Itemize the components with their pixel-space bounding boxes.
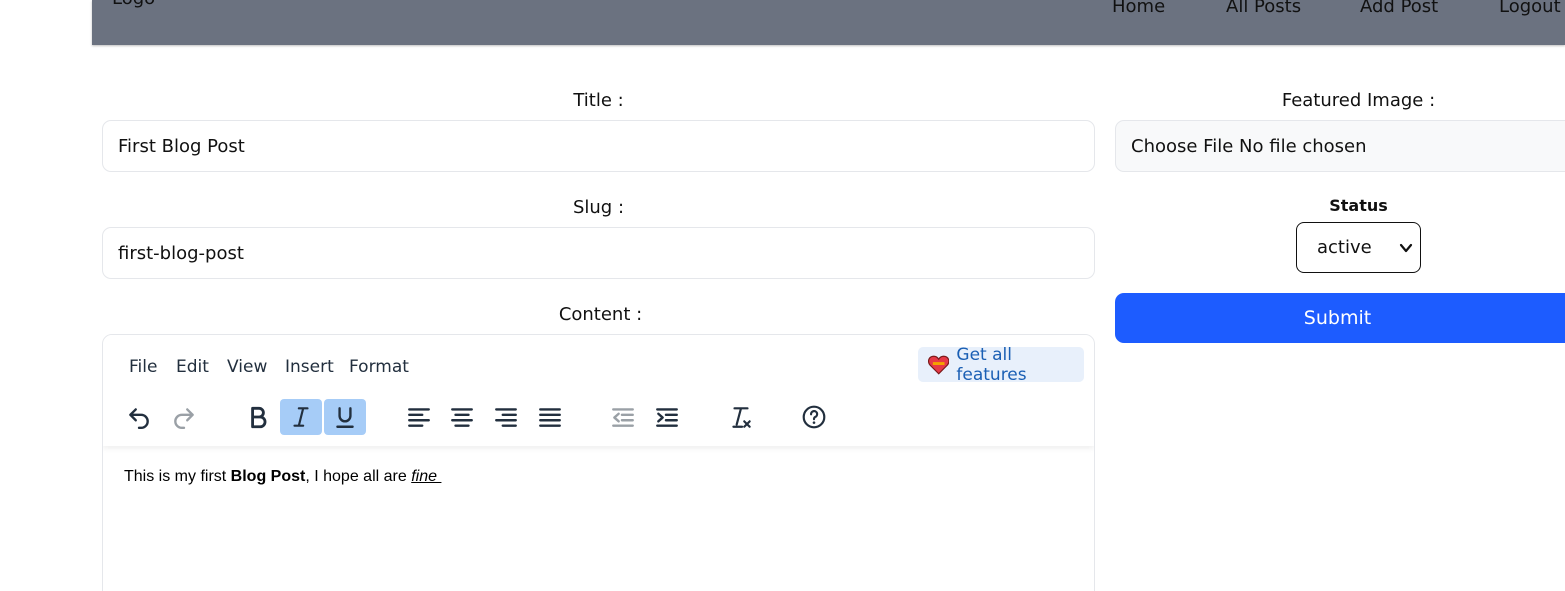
nav-all-posts[interactable]: All Posts bbox=[1226, 0, 1301, 17]
align-left-button[interactable] bbox=[398, 399, 440, 435]
clear-formatting-icon bbox=[732, 407, 751, 428]
nav-add-post[interactable]: Add Post bbox=[1360, 0, 1438, 17]
underline-icon bbox=[336, 407, 354, 428]
title-label: Title : bbox=[573, 90, 624, 111]
underline-button[interactable] bbox=[324, 399, 366, 435]
file-status-text: No file chosen bbox=[1239, 135, 1367, 157]
menu-format[interactable]: Format bbox=[349, 357, 409, 377]
slug-input-value: first-blog-post bbox=[118, 242, 244, 264]
align-right-button[interactable] bbox=[485, 399, 527, 435]
align-center-icon bbox=[451, 408, 473, 427]
submit-button[interactable]: Submit bbox=[1115, 293, 1565, 343]
rich-text-editor: File Edit View Insert Format Get all fea… bbox=[102, 334, 1095, 591]
clear-formatting-button[interactable] bbox=[720, 399, 762, 435]
undo-button[interactable] bbox=[118, 399, 160, 435]
menu-edit[interactable]: Edit bbox=[176, 357, 209, 377]
undo-icon bbox=[129, 408, 149, 430]
nav-logout[interactable]: Logout bbox=[1499, 0, 1561, 17]
navbar: Logo Home All Posts Add Post Logout bbox=[92, 0, 1565, 45]
editor-header: File Edit View Insert Format Get all fea… bbox=[103, 335, 1094, 446]
menu-insert[interactable]: Insert bbox=[285, 357, 334, 377]
title-input-value: First Blog Post bbox=[118, 135, 245, 157]
bold-button[interactable] bbox=[237, 399, 279, 435]
status-label: Status bbox=[1329, 196, 1388, 215]
align-left-icon bbox=[408, 408, 430, 427]
featured-image-input[interactable]: Choose File No file chosen bbox=[1115, 120, 1565, 172]
italic-icon bbox=[293, 407, 309, 427]
status-select-value: active bbox=[1317, 237, 1372, 258]
help-icon bbox=[802, 405, 826, 429]
slug-label: Slug : bbox=[572, 197, 625, 218]
outdent-button[interactable] bbox=[602, 399, 644, 435]
promo-label: Get all features bbox=[956, 344, 1027, 385]
indent-button[interactable] bbox=[646, 399, 688, 435]
redo-icon bbox=[174, 408, 194, 430]
menu-file[interactable]: File bbox=[129, 357, 157, 377]
content-text-2: , I hope all are bbox=[305, 468, 412, 485]
content-bold-text: Blog Post bbox=[230, 468, 306, 485]
submit-label: Submit bbox=[1303, 307, 1372, 329]
title-input[interactable]: First Blog Post bbox=[102, 120, 1095, 172]
get-all-features-button[interactable]: Get all features bbox=[918, 344, 1084, 385]
menu-view[interactable]: View bbox=[227, 357, 267, 377]
justify-icon bbox=[539, 408, 561, 427]
featured-image-label: Featured Image : bbox=[1281, 90, 1436, 111]
status-select[interactable]: active bbox=[1296, 222, 1421, 273]
content-text: This is my first bbox=[124, 468, 231, 485]
align-center-button[interactable] bbox=[441, 399, 483, 435]
content-label: Content : bbox=[558, 304, 643, 325]
logo[interactable]: Logo bbox=[112, 0, 155, 9]
choose-file-button[interactable]: Choose File bbox=[1131, 136, 1233, 157]
justify-button[interactable] bbox=[529, 399, 571, 435]
italic-button[interactable] bbox=[280, 399, 322, 435]
content-italic-underline-text: fine bbox=[411, 468, 442, 485]
slug-input[interactable]: first-blog-post bbox=[102, 227, 1095, 279]
chevron-down-icon bbox=[1399, 243, 1413, 253]
help-button[interactable] bbox=[793, 399, 835, 435]
redo-button[interactable] bbox=[163, 399, 205, 435]
align-right-icon bbox=[495, 408, 517, 427]
bold-icon bbox=[251, 406, 267, 429]
heart-icon bbox=[928, 355, 950, 375]
outdent-icon bbox=[612, 408, 634, 427]
nav-home[interactable]: Home bbox=[1112, 0, 1165, 17]
indent-icon bbox=[656, 408, 678, 427]
editor-content-area[interactable]: This is my first Blog Post, I hope all a… bbox=[124, 468, 441, 486]
